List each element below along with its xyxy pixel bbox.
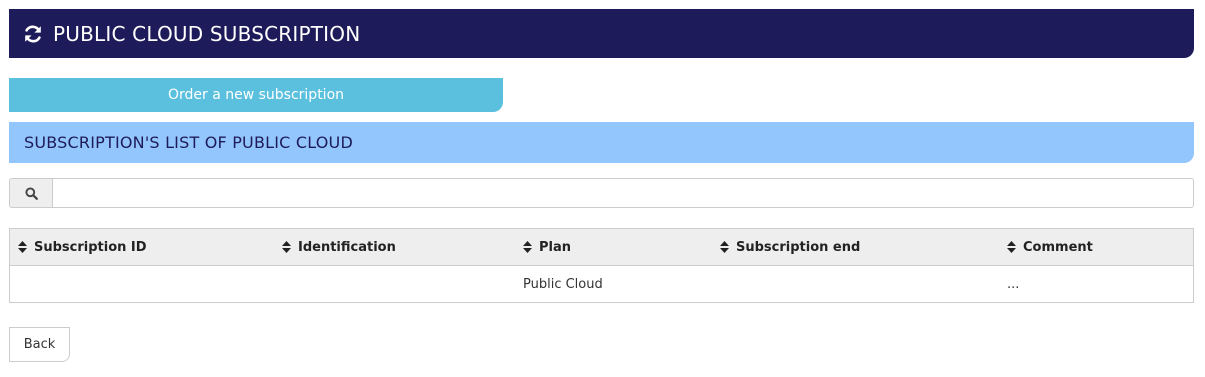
- column-header-subscription-end[interactable]: Subscription end: [720, 229, 860, 265]
- cell-comment: ...: [1007, 276, 1020, 292]
- sort-icon: [720, 241, 729, 253]
- table-header: Subscription ID Identification Plan Subs…: [10, 229, 1193, 266]
- table-row[interactable]: Public Cloud ...: [10, 266, 1193, 302]
- column-header-plan[interactable]: Plan: [523, 229, 571, 265]
- search-icon: [9, 178, 52, 208]
- column-header-identification[interactable]: Identification: [282, 229, 396, 265]
- section-title: SUBSCRIPTION'S LIST OF PUBLIC CLOUD: [9, 122, 1194, 163]
- page-title: PUBLIC CLOUD SUBSCRIPTION: [53, 21, 361, 46]
- refresh-icon: [23, 24, 43, 44]
- column-label: Subscription end: [736, 239, 861, 255]
- column-header-subscription-id[interactable]: Subscription ID: [18, 229, 147, 265]
- column-label: Identification: [298, 239, 396, 255]
- column-label: Comment: [1023, 239, 1093, 255]
- sort-icon: [1007, 241, 1016, 253]
- table-body: Public Cloud ...: [10, 266, 1193, 302]
- column-label: Subscription ID: [34, 239, 147, 255]
- search-bar: [9, 178, 1194, 208]
- back-button[interactable]: Back: [9, 327, 70, 362]
- page: PUBLIC CLOUD SUBSCRIPTION Order a new su…: [0, 0, 1205, 377]
- column-label: Plan: [539, 239, 572, 255]
- sort-icon: [523, 241, 532, 253]
- search-input[interactable]: [52, 178, 1194, 208]
- page-header: PUBLIC CLOUD SUBSCRIPTION: [9, 9, 1194, 58]
- sort-icon: [282, 241, 291, 253]
- column-header-comment[interactable]: Comment: [1007, 229, 1093, 265]
- subscriptions-table: Subscription ID Identification Plan Subs…: [9, 228, 1194, 303]
- order-new-subscription-button[interactable]: Order a new subscription: [9, 78, 503, 112]
- sort-icon: [18, 241, 27, 253]
- cell-plan: Public Cloud: [523, 276, 603, 292]
